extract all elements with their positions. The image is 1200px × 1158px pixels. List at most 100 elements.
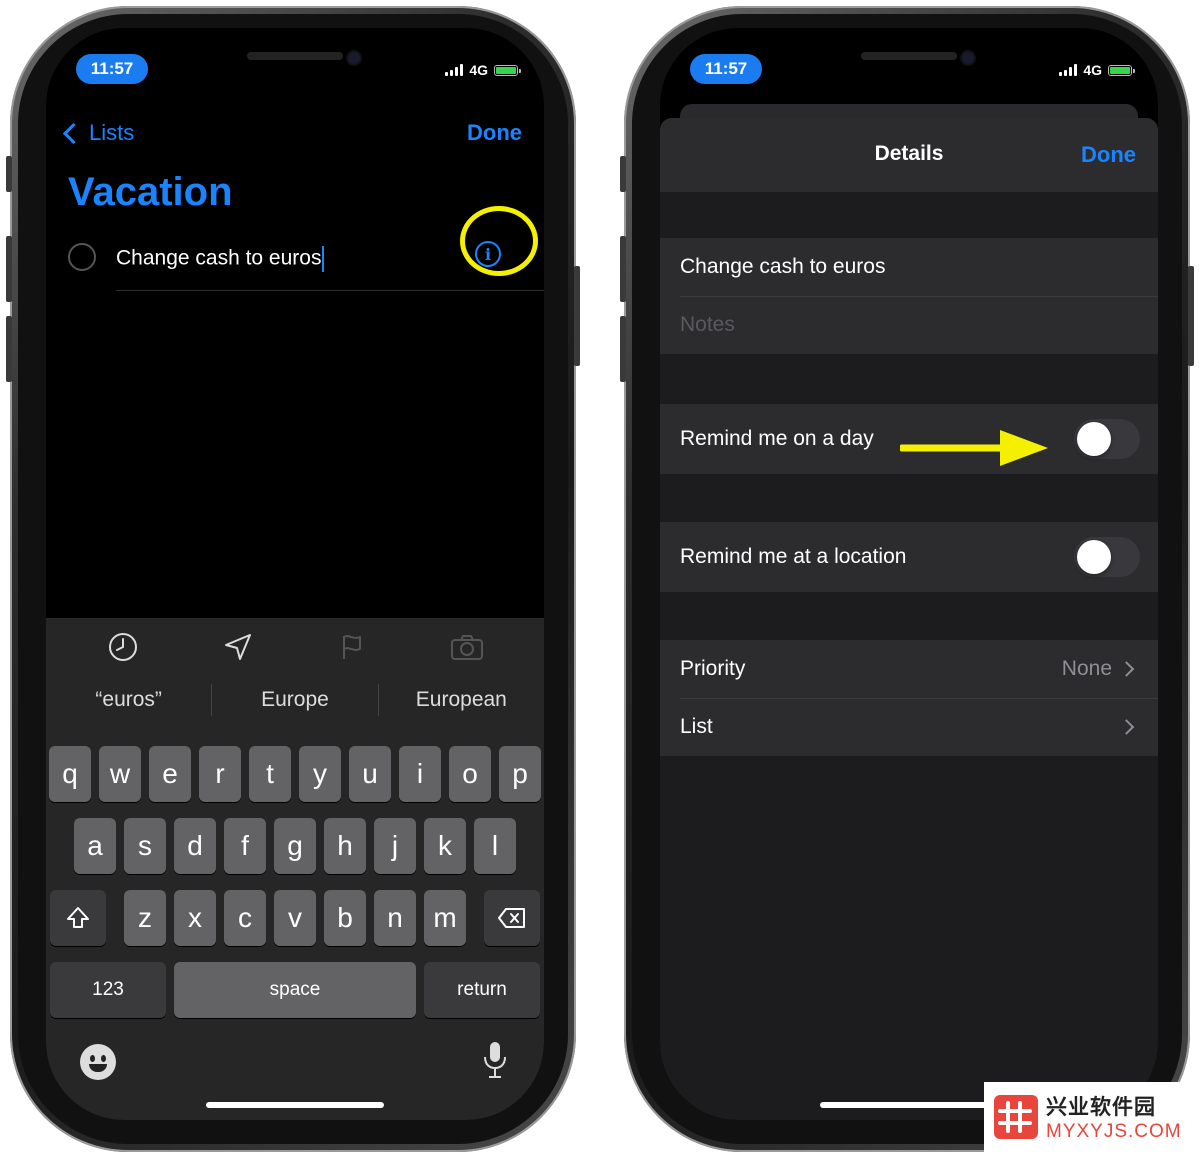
- suggestion-1[interactable]: “euros”: [46, 688, 211, 712]
- battery-icon: [1108, 64, 1135, 76]
- numbers-key[interactable]: 123: [50, 962, 166, 1018]
- chevron-left-icon: [62, 122, 85, 144]
- priority-list-group: Priority None List: [660, 640, 1158, 756]
- priority-row[interactable]: Priority None: [660, 640, 1158, 698]
- remind-day-row: Remind me on a day: [660, 404, 1158, 474]
- key-v[interactable]: v: [274, 890, 316, 946]
- key-i[interactable]: i: [399, 746, 441, 802]
- key-row-3: z x c v b n m: [46, 890, 544, 946]
- back-label: Lists: [89, 120, 135, 145]
- key-r[interactable]: r: [199, 746, 241, 802]
- priority-label: Priority: [680, 657, 746, 680]
- key-h[interactable]: h: [324, 818, 366, 874]
- key-b[interactable]: b: [324, 890, 366, 946]
- space-key[interactable]: space: [174, 962, 416, 1018]
- list-title: Vacation: [68, 170, 233, 214]
- back-button[interactable]: Lists: [60, 120, 134, 146]
- quick-toolbar: [46, 618, 544, 676]
- key-w[interactable]: w: [99, 746, 141, 802]
- shift-icon: [67, 907, 89, 928]
- delete-key[interactable]: [484, 890, 540, 946]
- toggle-knob: [1077, 540, 1111, 574]
- watermark-name: 兴业软件园: [1046, 1096, 1156, 1119]
- key-row-1: q w e r t y u i o p: [46, 746, 544, 802]
- key-p[interactable]: p: [499, 746, 541, 802]
- key-a[interactable]: a: [74, 818, 116, 874]
- done-button[interactable]: Done: [467, 120, 522, 146]
- chevron-right-icon: [1118, 719, 1135, 735]
- key-l[interactable]: l: [474, 818, 516, 874]
- list-row[interactable]: List: [660, 698, 1158, 756]
- key-c[interactable]: c: [224, 890, 266, 946]
- front-camera: [962, 52, 974, 64]
- remind-location-row: Remind me at a location: [660, 522, 1158, 592]
- signal-icon: [1059, 64, 1078, 76]
- shift-key[interactable]: [50, 890, 106, 946]
- microphone-icon[interactable]: [482, 1040, 508, 1080]
- key-row-bottom: 123 space return: [50, 962, 540, 1018]
- remind-location-toggle[interactable]: [1074, 537, 1140, 577]
- volume-down-button: [6, 316, 12, 382]
- remind-day-label: Remind me on a day: [680, 427, 874, 450]
- speaker-grille: [861, 52, 957, 60]
- list-label: List: [680, 715, 713, 738]
- key-j[interactable]: j: [374, 818, 416, 874]
- speaker-grille: [247, 52, 343, 60]
- remind-location-group: Remind me at a location: [660, 522, 1158, 592]
- task-title-input[interactable]: Change cash to euros: [116, 246, 325, 272]
- task-title-field[interactable]: Change cash to euros: [660, 238, 1158, 296]
- suggestion-3[interactable]: European: [379, 688, 544, 712]
- task-complete-checkbox[interactable]: [68, 243, 96, 271]
- suggestion-2[interactable]: Europe: [212, 688, 377, 712]
- location-arrow-icon[interactable]: [218, 627, 258, 667]
- status-time: 11:57: [76, 54, 148, 84]
- clock-icon[interactable]: [103, 627, 143, 667]
- status-indicators: 4G: [1059, 62, 1135, 78]
- key-k[interactable]: k: [424, 818, 466, 874]
- key-g[interactable]: g: [274, 818, 316, 874]
- key-q[interactable]: q: [49, 746, 91, 802]
- status-indicators: 4G: [445, 62, 521, 78]
- silent-switch: [6, 156, 12, 192]
- volume-down-button: [620, 316, 626, 382]
- done-button[interactable]: Done: [1081, 142, 1136, 168]
- remind-location-label: Remind me at a location: [680, 545, 907, 568]
- key-u[interactable]: u: [349, 746, 391, 802]
- arrow-annotation: [900, 430, 1048, 466]
- text-cursor: [322, 246, 325, 272]
- key-d[interactable]: d: [174, 818, 216, 874]
- phone-frame-right: 11:57 4G Details Done Change cash to eur…: [620, 6, 1194, 1152]
- key-t[interactable]: t: [249, 746, 291, 802]
- key-y[interactable]: y: [299, 746, 341, 802]
- power-button: [1188, 266, 1194, 366]
- home-indicator[interactable]: [206, 1102, 384, 1108]
- task-title-text: Change cash to euros: [116, 246, 322, 270]
- return-key[interactable]: return: [424, 962, 540, 1018]
- task-row[interactable]: Change cash to euros i: [68, 206, 544, 292]
- key-z[interactable]: z: [124, 890, 166, 946]
- key-x[interactable]: x: [174, 890, 216, 946]
- key-e[interactable]: e: [149, 746, 191, 802]
- flag-icon[interactable]: [332, 627, 372, 667]
- key-f[interactable]: f: [224, 818, 266, 874]
- watermark: 兴业软件园 MYXYJS.COM: [984, 1082, 1190, 1152]
- navigation-bar: Lists Done: [46, 120, 544, 160]
- key-o[interactable]: o: [449, 746, 491, 802]
- backspace-icon: [498, 908, 525, 928]
- emoji-icon[interactable]: [80, 1044, 116, 1080]
- network-label: 4G: [469, 62, 488, 78]
- details-sheet: Details Done Change cash to euros Notes …: [660, 118, 1158, 1120]
- notes-field[interactable]: Notes: [660, 296, 1158, 354]
- key-n[interactable]: n: [374, 890, 416, 946]
- key-s[interactable]: s: [124, 818, 166, 874]
- battery-icon: [494, 64, 521, 76]
- watermark-url: MYXYJS.COM: [1046, 1121, 1182, 1142]
- predictive-bar: “euros” Europe European: [46, 678, 544, 722]
- camera-icon[interactable]: [447, 627, 487, 667]
- chevron-right-icon: [1118, 661, 1135, 677]
- home-indicator[interactable]: [820, 1102, 998, 1108]
- remind-day-toggle[interactable]: [1074, 419, 1140, 459]
- key-m[interactable]: m: [424, 890, 466, 946]
- highlight-circle-annotation: [460, 206, 538, 276]
- watermark-logo-icon: [994, 1095, 1038, 1139]
